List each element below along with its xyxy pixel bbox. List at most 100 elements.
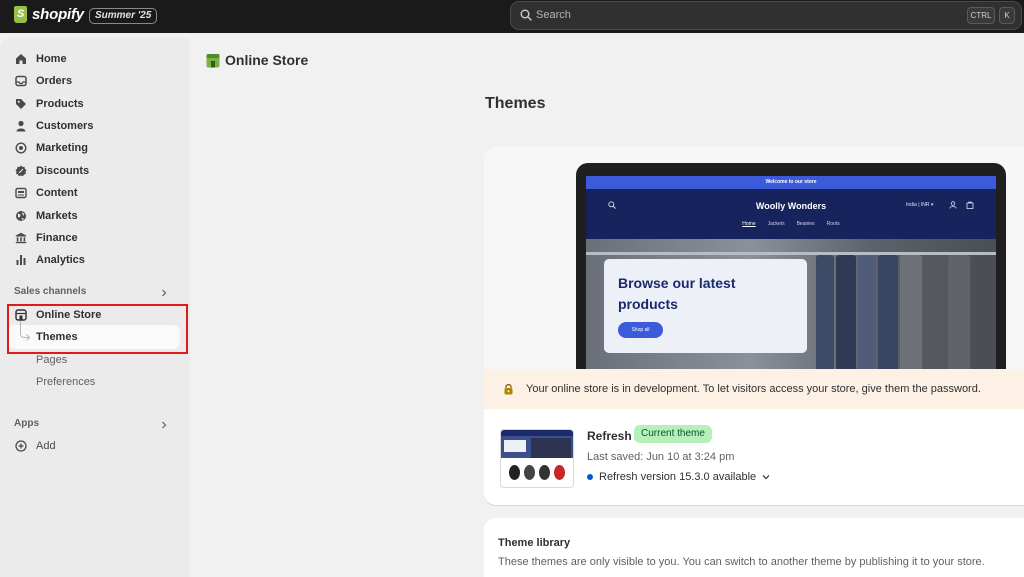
sidebar-item-label: Orders <box>36 75 73 87</box>
chevron-right-icon[interactable] <box>160 421 168 429</box>
chevron-down-icon[interactable] <box>762 473 770 481</box>
discount-icon <box>15 165 27 177</box>
thumb-product <box>509 465 520 480</box>
add-circle-icon <box>15 440 27 452</box>
development-message: Your online store is in development. To … <box>526 383 981 395</box>
preview-hero-image: Browse our latest products Shop all <box>586 239 996 376</box>
sidebar-item-orders[interactable]: Orders <box>15 72 72 90</box>
bank-icon <box>15 232 27 244</box>
laptop-frame: Welcome to our store Woolly Wonders Indi… <box>576 163 1006 383</box>
store-title: Online Store <box>225 52 309 68</box>
account-icon <box>949 201 957 209</box>
last-saved-text: Last saved: Jun 10 at 3:24 pm <box>587 451 735 463</box>
tag-icon <box>16 99 26 109</box>
garment <box>948 255 970 370</box>
hero-shop-button: Shop all <box>618 322 663 338</box>
sidebar-item-finance[interactable]: Finance <box>15 229 78 247</box>
sidebar-item-home[interactable]: Home <box>15 50 67 68</box>
sidebar-item-analytics[interactable]: Analytics <box>15 251 85 269</box>
highlight-annotation <box>7 304 188 354</box>
sidebar-item-label: Customers <box>36 120 94 132</box>
preview-header: Woolly Wonders India | INR ▾ Home Jacket… <box>586 189 996 239</box>
chevron-right-icon[interactable] <box>160 289 168 297</box>
page-title: Themes <box>485 95 546 112</box>
hero-content-box: Browse our latest products Shop all <box>604 259 807 353</box>
thumb-product <box>524 465 535 480</box>
target-icon <box>15 142 27 154</box>
current-theme-badge: Current theme <box>634 425 712 443</box>
shortcut-k-key: K <box>999 7 1015 24</box>
globe-icon <box>16 211 26 221</box>
sidebar-item-label: Home <box>36 53 67 65</box>
preview-menu-roots: Roots <box>826 221 840 227</box>
thumb-product <box>554 465 565 480</box>
theme-name: Refresh <box>587 429 632 443</box>
sidebar-item-label: Discounts <box>36 165 90 177</box>
search-bar[interactable]: Search CTRL K <box>510 1 1022 30</box>
sidebar-item-add[interactable]: Add <box>15 437 56 455</box>
sales-channels-heading: Sales channels <box>14 286 87 297</box>
sidebar-item-markets[interactable]: Markets <box>15 207 78 225</box>
preview-menu: Home Jackets Beanies Roots <box>586 221 996 227</box>
theme-thumbnail[interactable] <box>500 429 574 488</box>
theme-library-description: These themes are only visible to you. Yo… <box>498 556 985 568</box>
theme-library-card: Theme library These themes are only visi… <box>484 518 1024 577</box>
edition-badge[interactable]: Summer '25 <box>89 8 158 24</box>
hero-title: Browse our latest products <box>618 275 736 312</box>
current-theme-card: Welcome to our store Woolly Wonders Indi… <box>484 147 1024 505</box>
garment <box>878 255 898 370</box>
version-available-text[interactable]: Refresh version 15.3.0 available <box>599 471 756 483</box>
sidebar-subitem-pages[interactable]: Pages <box>36 354 67 366</box>
sidebar-item-label: Products <box>36 98 84 110</box>
sidebar-item-products[interactable]: Products <box>15 95 84 113</box>
shopify-logo[interactable]: shopify <box>14 6 84 23</box>
preview-menu-home: Home <box>742 221 756 227</box>
sidebar-item-label: Marketing <box>36 142 88 154</box>
cart-icon <box>966 201 974 209</box>
page-heading: Online Store <box>206 52 308 68</box>
sidebar-item-label: Add <box>36 440 56 452</box>
garment <box>836 255 856 370</box>
theme-library-title: Theme library <box>498 537 571 549</box>
thumb-rack <box>531 438 571 458</box>
sidebar-item-label: Markets <box>36 210 78 222</box>
shopify-bag-icon <box>14 6 27 23</box>
sidebar-item-label: Content <box>36 187 78 199</box>
shop-name: Woolly Wonders <box>755 201 827 211</box>
online-store-color-icon <box>206 53 220 67</box>
garment <box>900 255 922 370</box>
shortcut-ctrl-key: CTRL <box>967 7 995 24</box>
search-placeholder: Search <box>536 9 571 21</box>
store-preview-screen: Welcome to our store Woolly Wonders Indi… <box>586 176 996 376</box>
garment <box>924 255 946 370</box>
person-icon <box>16 120 26 132</box>
theme-preview-area[interactable]: Welcome to our store Woolly Wonders Indi… <box>484 147 1024 383</box>
preview-menu-beanies: Beanies <box>796 221 815 227</box>
thumb-hero-box <box>504 440 526 452</box>
bar-chart-icon <box>16 255 26 265</box>
apps-heading: Apps <box>14 418 39 429</box>
current-theme-row: Refresh Current theme Last saved: Jun 10… <box>484 409 1024 505</box>
update-dot-icon <box>587 474 593 480</box>
development-banner: Your online store is in development. To … <box>484 369 1024 409</box>
sidebar-item-discounts[interactable]: Discounts <box>15 162 89 180</box>
thumb-product <box>539 465 550 480</box>
home-icon <box>16 54 26 64</box>
locale-selector: India | INR ▾ <box>906 202 934 208</box>
garment <box>858 255 876 370</box>
garment <box>816 255 834 370</box>
sidebar-item-label: Finance <box>36 232 78 244</box>
sidebar-subitem-preferences[interactable]: Preferences <box>36 376 95 388</box>
lock-icon <box>504 384 513 395</box>
sidebar-item-customers[interactable]: Customers <box>15 117 93 135</box>
sidebar-item-content[interactable]: Content <box>15 184 78 202</box>
announcement-bar: Welcome to our store <box>586 176 996 189</box>
inbox-icon <box>15 75 27 87</box>
sidebar-item-marketing[interactable]: Marketing <box>15 139 88 157</box>
sidebar-item-label: Analytics <box>36 254 85 266</box>
brand-name: shopify <box>32 6 84 23</box>
content-icon <box>15 187 27 199</box>
preview-menu-jackets: Jackets <box>767 221 785 227</box>
top-bar: shopify Summer '25 Search CTRL K <box>0 0 1024 33</box>
garment <box>972 255 994 370</box>
